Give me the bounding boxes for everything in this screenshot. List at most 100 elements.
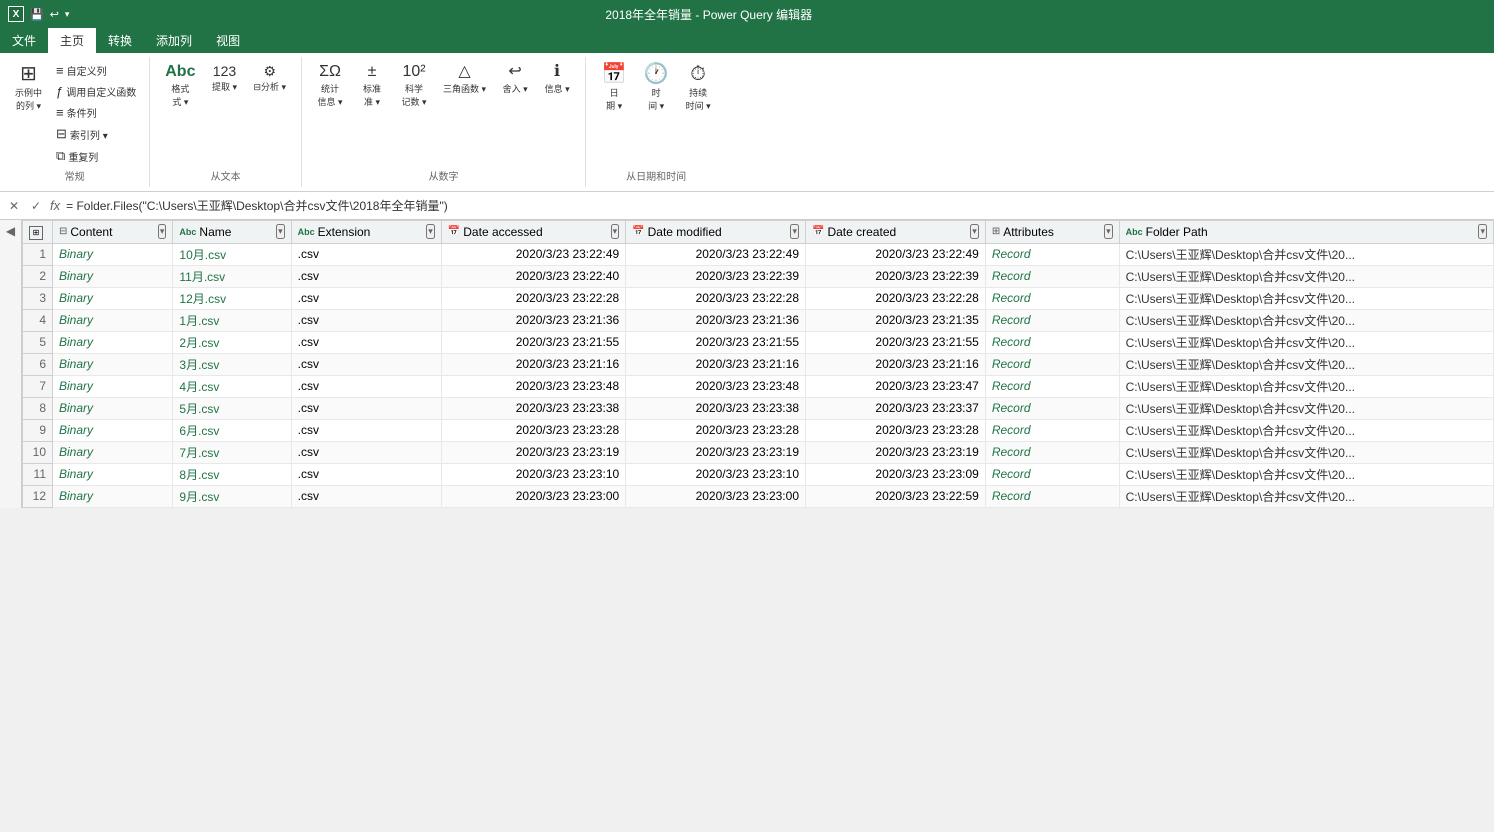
cell-attributes: Record [985, 375, 1119, 397]
table-row: 9 Binary 6月.csv .csv 2020/3/23 23:23:28 … [23, 419, 1494, 441]
collapse-arrow[interactable]: ◀ [6, 224, 15, 238]
formula-bar-nav: ✕ ✓ [4, 196, 46, 216]
col-filter-content[interactable]: ▾ [158, 224, 167, 239]
cell-date-accessed: 2020/3/23 23:22:28 [441, 287, 625, 309]
rounding-button[interactable]: ↩ 舍入 ▾ [495, 61, 535, 111]
conditions-button[interactable]: ≡ 条件列 [51, 103, 141, 122]
title-bar-left: X 💾 ↩ ▾ [8, 6, 69, 22]
common-buttons: ⊞ 示例中的列 ▾ ≡ 自定义列 ƒ 调用自定义函数 ≡ 条件列 ⊟ [8, 61, 141, 166]
folderpath-value: C:\Users\王亚辉\Desktop\合并csv文件\20... [1126, 380, 1355, 394]
table-select-all[interactable]: ⊞ [29, 226, 43, 240]
cell-name: 11月.csv [173, 265, 291, 287]
folderpath-value: C:\Users\王亚辉\Desktop\合并csv文件\20... [1126, 292, 1355, 306]
col-header-date-created: 📅 Date created ▾ [806, 221, 986, 244]
example-column-button[interactable]: ⊞ 示例中的列 ▾ [8, 61, 49, 166]
cell-date-created: 2020/3/23 23:21:16 [806, 353, 986, 375]
col-label-name: Name [199, 225, 231, 239]
duration-button[interactable]: ⏱ 持续时间 ▾ [678, 61, 718, 115]
trig-icon: △ [458, 64, 470, 80]
cell-content: Binary [53, 397, 173, 419]
col-filter-attributes[interactable]: ▾ [1104, 224, 1113, 239]
ribbon-group-datetime: 📅 日期 ▾ 🕐 时间 ▾ ⏱ 持续时间 ▾ 从日期和时间 [586, 57, 726, 187]
col-filter-name[interactable]: ▾ [276, 224, 285, 239]
col-filter-folder-path[interactable]: ▾ [1478, 224, 1487, 239]
col-label-extension: Extension [318, 225, 371, 239]
tab-home[interactable]: 主页 [48, 28, 96, 53]
formula-input[interactable] [66, 199, 1490, 213]
cell-date-modified: 2020/3/23 23:22:39 [626, 265, 806, 287]
custom-col-button[interactable]: ≡ 自定义列 [51, 61, 141, 80]
invoke-func-button[interactable]: ƒ 调用自定义函数 [51, 82, 141, 101]
cell-content: Binary [53, 243, 173, 265]
col-filter-date-modified[interactable]: ▾ [790, 224, 799, 239]
format-button[interactable]: Abc 格式式 ▾ [158, 61, 202, 111]
table-row: 12 Binary 9月.csv .csv 2020/3/23 23:23:00… [23, 485, 1494, 507]
info-button[interactable]: ℹ 信息 ▾ [537, 61, 577, 111]
standard-button[interactable]: ± 标准准 ▾ [352, 61, 392, 111]
formula-fx-label: fx [50, 198, 60, 213]
formula-cancel-button[interactable]: ✕ [4, 196, 24, 216]
folderpath-value: C:\Users\王亚辉\Desktop\合并csv文件\20... [1126, 314, 1355, 328]
ribbon-group-common: ⊞ 示例中的列 ▾ ≡ 自定义列 ƒ 调用自定义函数 ≡ 条件列 ⊟ [0, 57, 150, 187]
quick-save-icon[interactable]: 💾 [30, 8, 44, 21]
index-button[interactable]: ⊟ 索引列 ▾ [51, 124, 141, 144]
cell-name: 1月.csv [173, 309, 291, 331]
content-value: Binary [59, 269, 93, 283]
name-value: 9月.csv [179, 490, 219, 504]
example-col-icon: ⊞ [20, 64, 37, 84]
tab-view[interactable]: 视图 [204, 28, 252, 53]
table-row: 8 Binary 5月.csv .csv 2020/3/23 23:23:38 … [23, 397, 1494, 419]
col-filter-extension[interactable]: ▾ [426, 224, 435, 239]
col-filter-date-accessed[interactable]: ▾ [611, 224, 620, 239]
cell-date-created: 2020/3/23 23:23:19 [806, 441, 986, 463]
attributes-value: Record [992, 247, 1031, 261]
cell-date-accessed: 2020/3/23 23:21:55 [441, 331, 625, 353]
cell-date-modified: 2020/3/23 23:23:48 [626, 375, 806, 397]
close-button[interactable] [1440, 0, 1486, 28]
folderpath-type-icon: Abc [1126, 227, 1143, 237]
trig-button[interactable]: △ 三角函数 ▾ [436, 61, 493, 111]
cell-content: Binary [53, 287, 173, 309]
formula-confirm-button[interactable]: ✓ [26, 196, 46, 216]
time-button[interactable]: 🕐 时间 ▾ [636, 61, 676, 115]
folderpath-value: C:\Users\王亚辉\Desktop\合并csv文件\20... [1126, 402, 1355, 416]
date-button[interactable]: 📅 日期 ▾ [594, 61, 634, 115]
table-row: 2 Binary 11月.csv .csv 2020/3/23 23:22:40… [23, 265, 1494, 287]
parse-button[interactable]: ⚙ ⊟分析 ▾ [246, 61, 293, 111]
cell-content: Binary [53, 419, 173, 441]
window-controls [1348, 0, 1486, 28]
table-container[interactable]: ⊞ ⊟ Content ▾ Abc Name ▾ [22, 220, 1494, 508]
cell-name: 7月.csv [173, 441, 291, 463]
science-button[interactable]: 10² 科学记数 ▾ [394, 61, 434, 111]
folderpath-value: C:\Users\王亚辉\Desktop\合并csv文件\20... [1126, 358, 1355, 372]
stats-button[interactable]: ΣΩ 统计信息 ▾ [310, 61, 350, 111]
cell-date-modified: 2020/3/23 23:23:28 [626, 419, 806, 441]
row-number: 4 [23, 309, 53, 331]
tab-addcolumn[interactable]: 添加列 [144, 28, 204, 53]
formula-bar: ✕ ✓ fx [0, 192, 1494, 220]
time-icon: 🕐 [644, 64, 669, 84]
duplicate-button[interactable]: ⧉ 重复列 [51, 146, 141, 166]
main-area: ◀ ⊞ ⊟ Content ▾ [0, 220, 1494, 508]
row-number: 11 [23, 463, 53, 485]
rounding-icon: ↩ [508, 64, 521, 80]
right-subgroup: ≡ 自定义列 ƒ 调用自定义函数 ≡ 条件列 ⊟ 索引列 ▾ ⧉ 重复列 [51, 61, 141, 166]
extract-button[interactable]: 123 提取 ▾ [204, 61, 244, 111]
tab-transform[interactable]: 转换 [96, 28, 144, 53]
col-filter-date-created[interactable]: ▾ [970, 224, 979, 239]
content-value: Binary [59, 291, 93, 305]
attributes-value: Record [992, 335, 1031, 349]
minimize-button[interactable] [1348, 0, 1394, 28]
cell-extension: .csv [291, 309, 441, 331]
cell-date-modified: 2020/3/23 23:23:38 [626, 397, 806, 419]
cell-extension: .csv [291, 485, 441, 507]
cell-date-modified: 2020/3/23 23:23:19 [626, 441, 806, 463]
maximize-button[interactable] [1394, 0, 1440, 28]
date-icon: 📅 [602, 64, 627, 84]
tab-file[interactable]: 文件 [0, 28, 48, 53]
attributes-value: Record [992, 379, 1031, 393]
ribbon-group-number: ΣΩ 统计信息 ▾ ± 标准准 ▾ 10² 科学记数 ▾ △ 三角函数 ▾ ↩ … [302, 57, 586, 187]
invoke-func-icon: ƒ [56, 84, 63, 99]
attributes-value: Record [992, 467, 1031, 481]
undo-icon[interactable]: ↩ [50, 8, 59, 21]
